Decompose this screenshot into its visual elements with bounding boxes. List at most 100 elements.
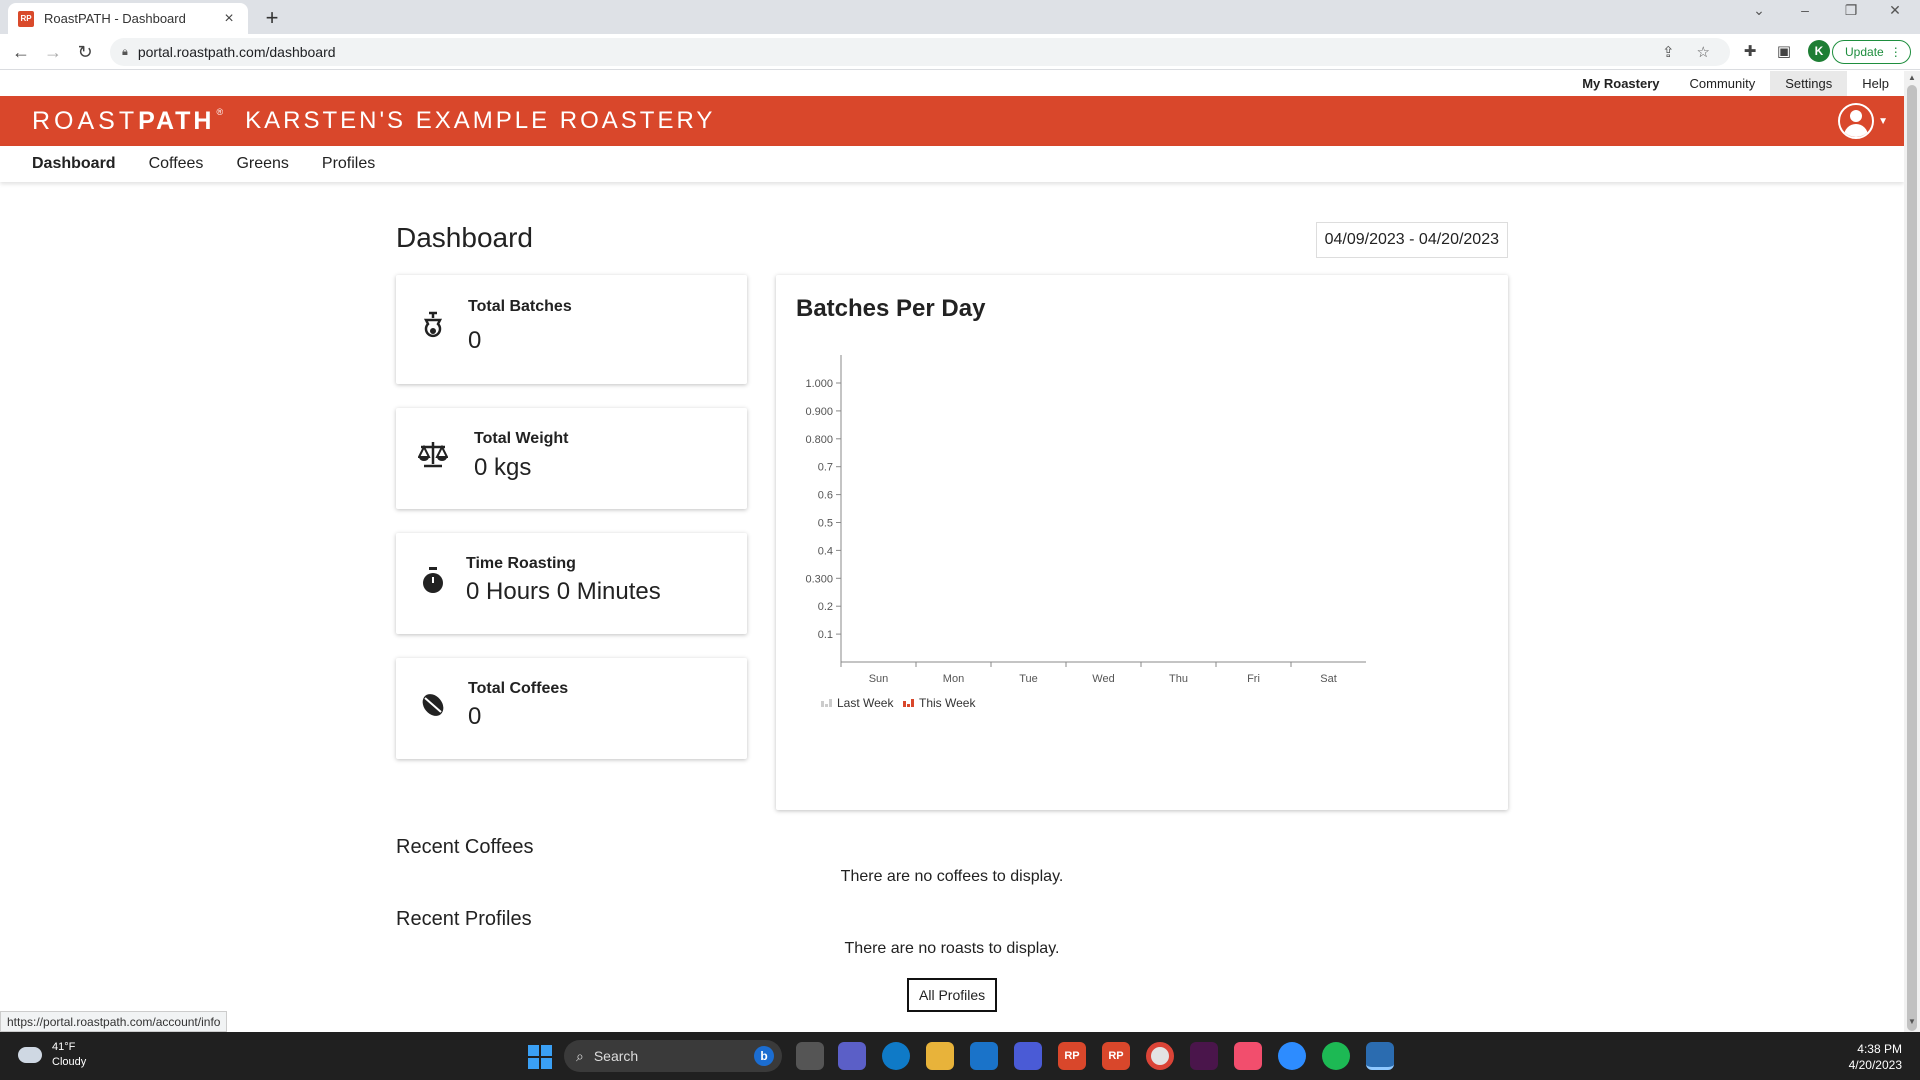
new-tab-icon[interactable]: + <box>260 5 284 31</box>
stat-value: 0 <box>468 703 482 730</box>
extensions-puzzle-icon[interactable]: ✚ <box>1740 42 1760 60</box>
user-avatar-icon[interactable] <box>1838 103 1874 139</box>
minimize-icon[interactable]: – <box>1790 2 1820 18</box>
date-range-picker[interactable]: 04/09/2023 - 04/20/2023 <box>1315 222 1508 258</box>
stat-value: 0 <box>468 327 482 354</box>
mail-icon[interactable] <box>970 1042 998 1070</box>
stat-label: Total Batches <box>468 298 572 315</box>
browser-profile-avatar[interactable]: K <box>1808 40 1830 62</box>
bing-icon: b <box>754 1046 774 1066</box>
legend-swatch-1 <box>911 699 914 707</box>
zoom-icon[interactable] <box>1278 1042 1306 1070</box>
tab-search-chevron-icon[interactable]: ⌄ <box>1744 2 1774 19</box>
y-tick-label: 0.1 <box>818 629 833 641</box>
stat-card-total-batches: Total Batches 0 <box>396 275 747 384</box>
forward-icon[interactable]: → <box>42 42 64 62</box>
search-icon: ⌕ <box>576 1047 584 1064</box>
menu-dots-icon: ⋮ <box>1889 45 1902 59</box>
nav-help[interactable]: Help <box>1847 71 1904 96</box>
reload-icon[interactable]: ↻ <box>74 42 96 62</box>
windows-taskbar: 41°F Cloudy ⌕ Search b RP RP 4:38 PM 4/2… <box>0 1032 1920 1080</box>
app-icon[interactable] <box>1014 1042 1042 1070</box>
legend-swatch-0 <box>829 699 832 707</box>
browser-tab[interactable]: RP RoastPATH - Dashboard × <box>8 3 248 34</box>
taskbar-clock[interactable]: 4:38 PM 4/20/2023 <box>1849 1041 1902 1073</box>
browser-toolbar: ← → ↻ 🔒︎ portal.roastpath.com/dashboard … <box>0 34 1920 70</box>
page-scrollbar[interactable]: ▲ ▼ <box>1904 71 1920 1032</box>
active-app-icon[interactable] <box>1366 1042 1394 1070</box>
app-icon-2[interactable] <box>1234 1042 1262 1070</box>
lock-icon: 🔒︎ <box>122 45 128 58</box>
nav-community[interactable]: Community <box>1675 71 1771 96</box>
scroll-down-icon[interactable]: ▼ <box>1904 1017 1920 1026</box>
stopwatch-icon <box>418 567 448 602</box>
roastery-name: KARSTEN'S EXAMPLE ROASTERY <box>245 107 716 134</box>
stat-label: Total Coffees <box>468 680 569 697</box>
side-panel-icon[interactable]: ▣ <box>1774 42 1794 60</box>
browser-tab-strip: RP RoastPATH - Dashboard × + ⌄ – ❐ ✕ <box>0 0 1920 34</box>
bookmark-star-icon[interactable]: ☆ <box>1697 43 1710 61</box>
stat-value: 0 kgs <box>474 454 532 481</box>
x-tick-label: Tue <box>1019 673 1038 685</box>
scroll-thumb[interactable] <box>1907 85 1917 1031</box>
x-tick-label: Sat <box>1320 673 1337 685</box>
stat-value: 0 Hours 0 Minutes <box>466 578 661 605</box>
caret-down-icon[interactable]: ▼ <box>1878 116 1888 127</box>
update-button[interactable]: Update ⋮ <box>1832 40 1911 64</box>
recent-profiles-title: Recent Profiles <box>396 908 532 930</box>
legend-swatch-1 <box>903 701 906 707</box>
roastpath-app-icon-2[interactable]: RP <box>1102 1042 1130 1070</box>
scroll-up-icon[interactable]: ▲ <box>1904 73 1920 82</box>
cloud-icon <box>18 1047 42 1063</box>
taskbar-search-label: Search <box>593 1048 639 1064</box>
chrome-icon[interactable] <box>1146 1042 1174 1070</box>
all-profiles-button[interactable]: All Profiles <box>907 978 998 1012</box>
batch-icon <box>418 311 448 348</box>
address-bar[interactable]: 🔒︎ portal.roastpath.com/dashboard ⇪ ☆ <box>110 38 1730 66</box>
nav-profiles[interactable]: Profiles <box>322 155 375 173</box>
x-tick-label: Wed <box>1092 673 1114 685</box>
scale-icon <box>417 440 449 475</box>
nav-settings[interactable]: Settings <box>1770 71 1848 96</box>
batches-per-day-chart: 0.1 0.2 0.300 0.4 0.5 0.6 0.7 0.800 0.900 1.000 Su… <box>805 355 1366 710</box>
legend-label: Last Week <box>837 696 894 710</box>
y-tick-label: 0.900 <box>805 406 833 418</box>
clock-time: 4:38 PM <box>1857 1042 1902 1056</box>
nav-my-roastery[interactable]: My Roastery <box>1567 71 1674 96</box>
spotify-icon[interactable] <box>1322 1042 1350 1070</box>
nav-coffees[interactable]: Coffees <box>149 155 204 173</box>
x-tick-label: Thu <box>1169 673 1188 685</box>
legend-swatch-0 <box>825 704 828 707</box>
task-view-icon[interactable] <box>796 1042 824 1070</box>
y-tick-label: 0.300 <box>805 573 833 585</box>
batches-per-day-card: Batches Per Day 0.1 0.2 0.300 0.4 0.5 0.6 0.7 0… <box>776 275 1508 810</box>
roastpath-logo[interactable]: ROASTPATH ® <box>32 107 227 136</box>
roastpath-app-icon[interactable]: RP <box>1058 1042 1086 1070</box>
stat-label: Total Weight <box>474 430 569 447</box>
restore-icon[interactable]: ❐ <box>1836 2 1866 19</box>
back-icon[interactable]: ← <box>10 42 32 62</box>
x-tick-label: Mon <box>943 673 964 685</box>
teams-icon[interactable] <box>838 1042 866 1070</box>
y-tick-label: 0.800 <box>805 434 833 446</box>
file-explorer-icon[interactable] <box>926 1042 954 1070</box>
stat-label: Time Roasting <box>466 555 576 572</box>
x-tick-label: Sun <box>869 673 889 685</box>
stat-card-total-weight: Total Weight 0 kgs <box>396 408 747 509</box>
y-tick-label: 0.7 <box>818 462 833 474</box>
slack-icon[interactable] <box>1190 1042 1218 1070</box>
weather-condition: Cloudy <box>52 1056 87 1068</box>
brand-header: ROASTPATH ® KARSTEN'S EXAMPLE ROASTERY ▼ <box>0 96 1904 146</box>
nav-greens[interactable]: Greens <box>236 155 288 173</box>
stat-card-total-coffees: Total Coffees 0 <box>396 658 747 759</box>
edge-icon[interactable] <box>882 1042 910 1070</box>
close-window-icon[interactable]: ✕ <box>1880 2 1910 19</box>
windows-start-icon[interactable] <box>528 1045 552 1069</box>
update-label: Update <box>1845 45 1884 59</box>
weather-widget[interactable]: 41°F Cloudy <box>18 1040 86 1070</box>
nav-dashboard[interactable]: Dashboard <box>32 155 116 173</box>
legend-label: This Week <box>919 696 976 710</box>
close-tab-icon[interactable]: × <box>220 10 238 28</box>
taskbar-search[interactable]: ⌕ Search b <box>564 1040 782 1072</box>
share-icon[interactable]: ⇪ <box>1662 43 1675 61</box>
